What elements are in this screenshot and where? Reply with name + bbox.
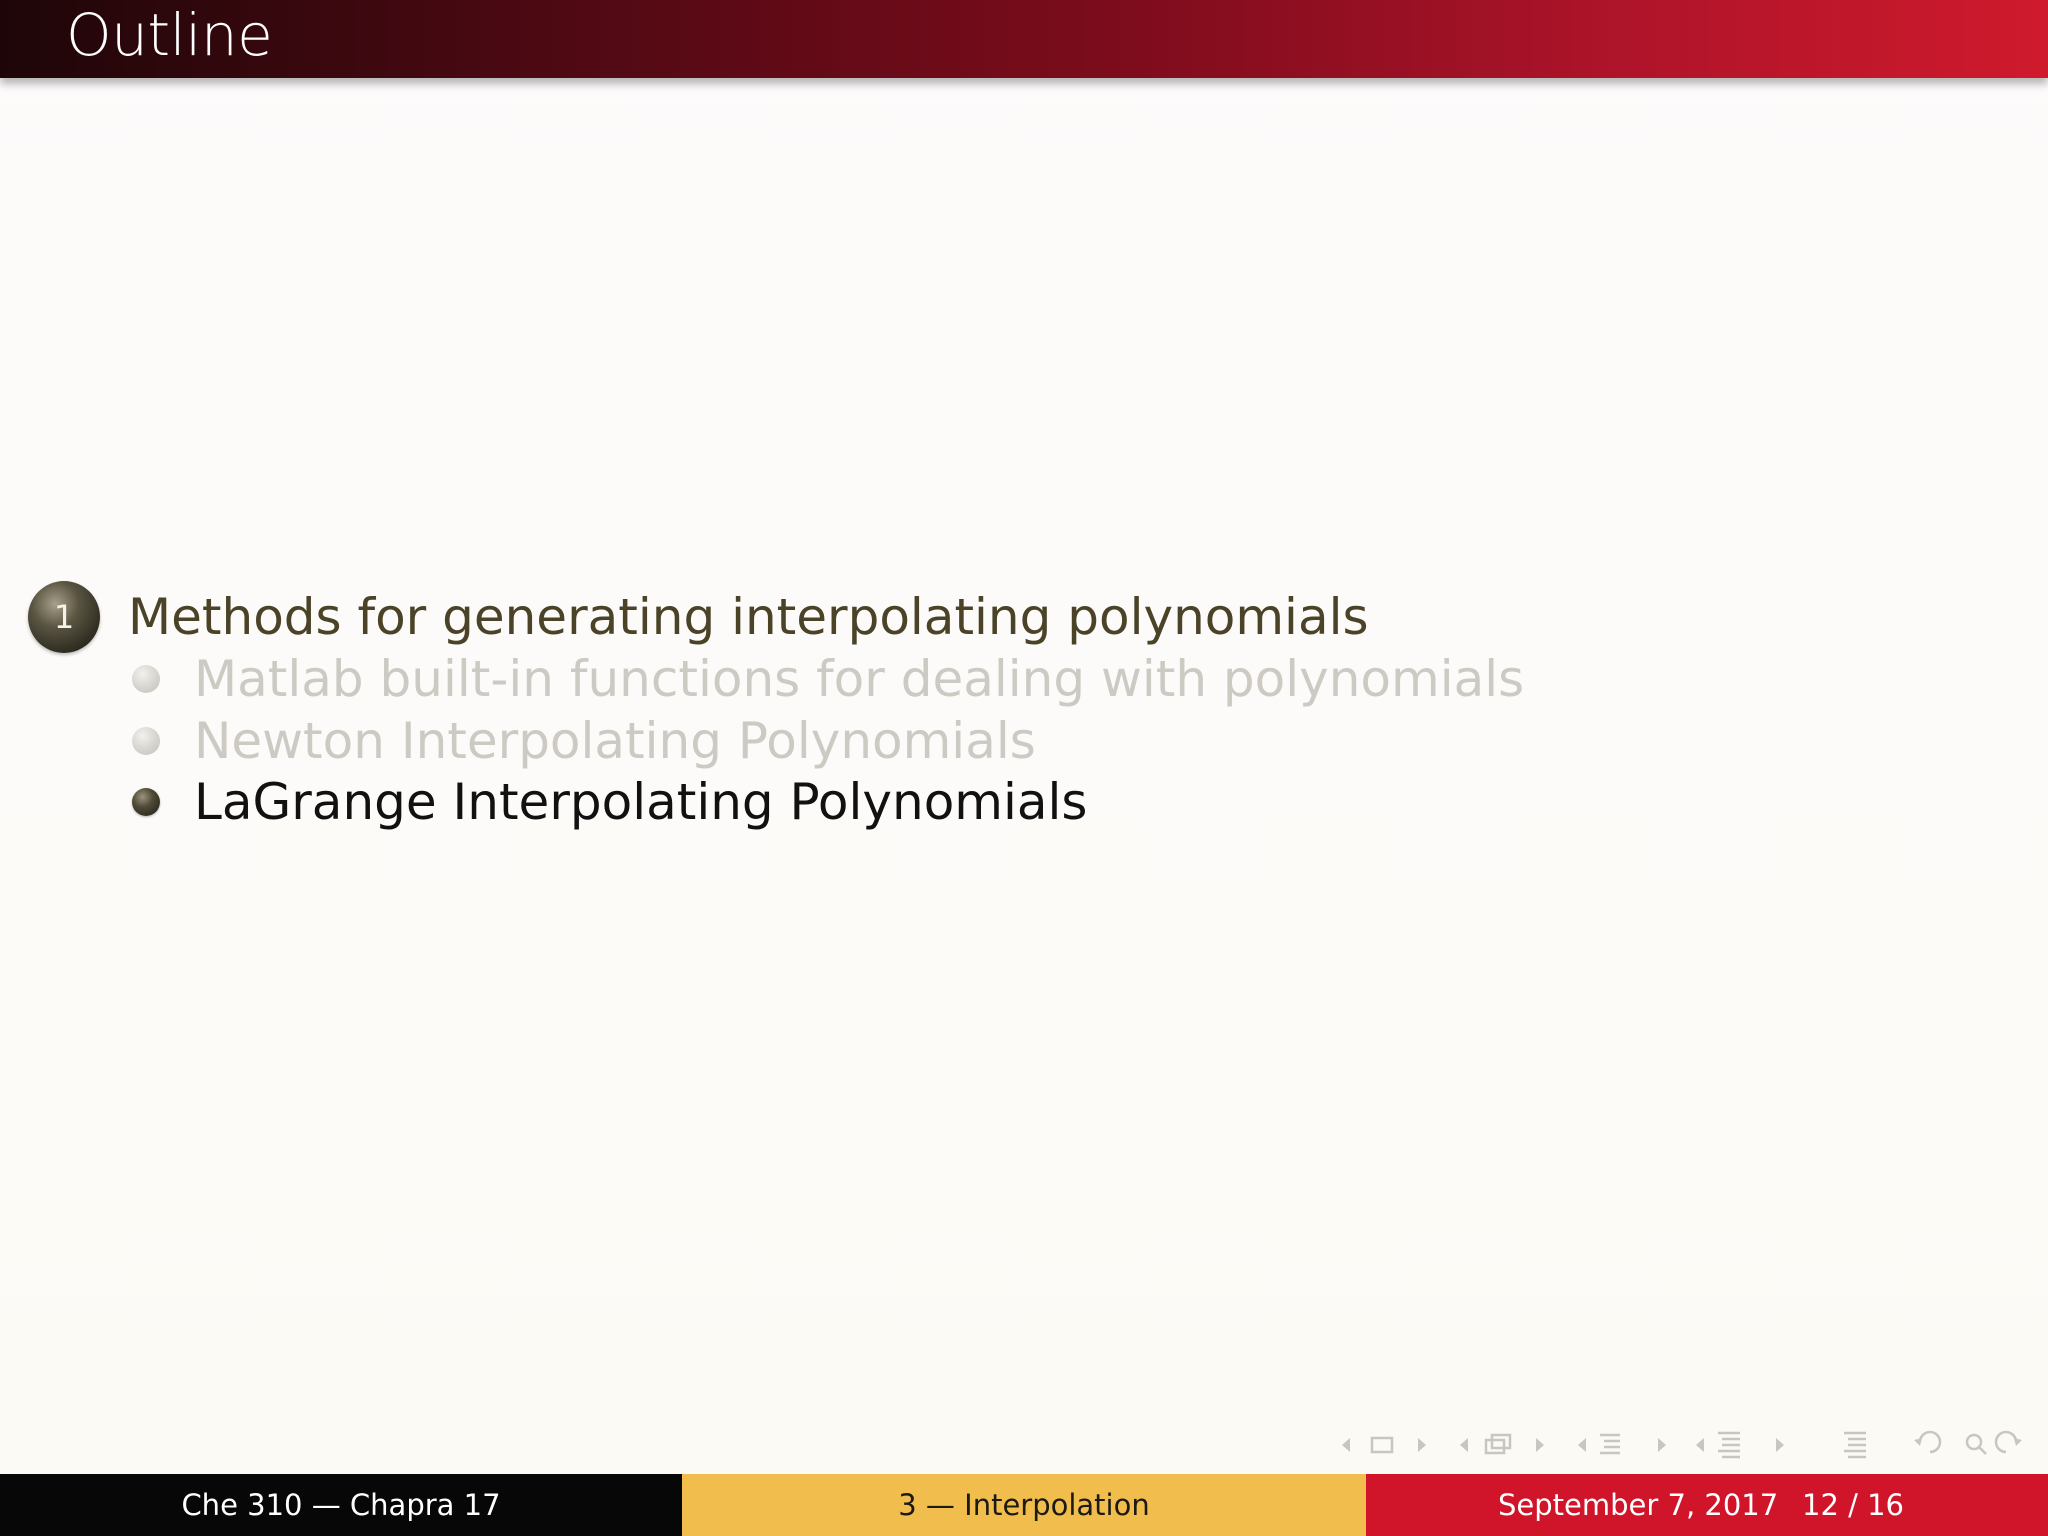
subsection-label: Matlab built-in functions for dealing wi…	[194, 650, 1525, 708]
section-next-arrow-icon[interactable]	[1658, 1438, 1666, 1452]
section-number-ball: 1	[28, 581, 100, 653]
footer-bar: Che 310 — Chapra 17 3 — Interpolation Se…	[0, 1474, 2048, 1536]
toc-icon[interactable]	[1844, 1431, 1866, 1459]
bullet-ball-icon	[132, 788, 160, 816]
subsection-prev-arrow-icon[interactable]	[1460, 1438, 1468, 1452]
search-icon[interactable]	[1965, 1433, 1987, 1455]
bullet-ball-icon	[132, 727, 160, 755]
subsection-icon[interactable]	[1484, 1433, 1512, 1455]
subsection-label: Newton Interpolating Polynomials	[194, 712, 1036, 770]
slide-content: 1 Methods for generating interpolating p…	[0, 0, 2048, 1536]
subsection-label: LaGrange Interpolating Polynomials	[194, 773, 1088, 831]
presentation-prev-arrow-icon[interactable]	[1696, 1438, 1704, 1452]
section-prev-arrow-icon[interactable]	[1578, 1438, 1586, 1452]
back-icon[interactable]	[1914, 1430, 1942, 1454]
presentation-next-arrow-icon[interactable]	[1776, 1438, 1784, 1452]
footer-section: 3 — Interpolation	[682, 1474, 1366, 1536]
navigation-symbols	[1330, 1428, 2030, 1462]
frame-next-arrow-icon[interactable]	[1418, 1438, 1426, 1452]
footer-author: Che 310 — Chapra 17	[0, 1474, 682, 1536]
section-label: Methods for generating interpolating pol…	[128, 588, 1369, 646]
subsection-next-arrow-icon[interactable]	[1536, 1438, 1544, 1452]
presentation-icon[interactable]	[1718, 1431, 1740, 1459]
footer-date-page: September 7, 2017 12 / 16	[1366, 1474, 2048, 1536]
frame-icon[interactable]	[1370, 1436, 1394, 1454]
footer-page-number: 12 / 16	[1802, 1488, 1905, 1522]
outline-subsection-lagrange[interactable]: LaGrange Interpolating Polynomials	[132, 771, 1087, 833]
bullet-ball-icon	[132, 665, 160, 693]
frame-prev-arrow-icon[interactable]	[1342, 1438, 1350, 1452]
navigation-symbols-svg	[1342, 1430, 2022, 1459]
forward-icon[interactable]	[1994, 1430, 2022, 1454]
outline-subsection-newton[interactable]: Newton Interpolating Polynomials	[132, 710, 1036, 772]
section-icon[interactable]	[1600, 1433, 1620, 1455]
footer-date: September 7, 2017	[1498, 1488, 1779, 1522]
outline-section[interactable]: 1 Methods for generating interpolating p…	[28, 578, 1369, 656]
outline-subsection-matlab[interactable]: Matlab built-in functions for dealing wi…	[132, 648, 1524, 710]
